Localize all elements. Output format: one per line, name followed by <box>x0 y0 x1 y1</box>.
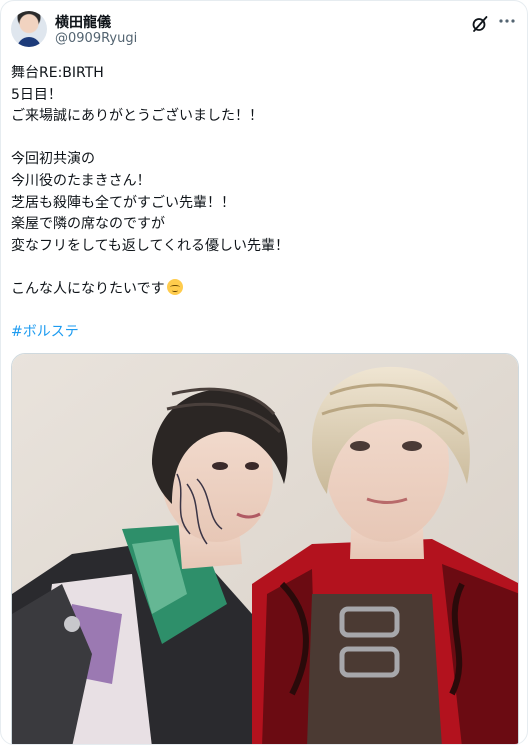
post-line: ご来場誠にありがとうございました！！ <box>11 108 263 125</box>
hashtag-link[interactable]: #ボルステ <box>11 322 517 344</box>
more-options-icon[interactable] <box>497 11 517 31</box>
post-line: 変なフリをしても返してくれる優しい先輩！ <box>11 237 290 254</box>
author-handle[interactable]: @0909Ryugi <box>55 31 137 46</box>
post-card: 横田龍儀 @0909Ryugi 舞台RE:BIRTH 5日目！ ご来場誠にありが… <box>0 0 528 745</box>
author-name[interactable]: 横田龍儀 <box>55 12 111 32</box>
post-line: 今川役のたまきさん！ <box>11 172 151 189</box>
post-line: 5日目！ <box>11 86 62 103</box>
post-line: 舞台RE:BIRTH <box>11 65 104 81</box>
post-line-with-emoji: こんな人になりたいです <box>11 278 517 301</box>
post-line: 楽屋で隣の席なのですが <box>11 216 165 233</box>
avatar[interactable] <box>11 11 47 47</box>
post-photo[interactable] <box>11 353 519 744</box>
post-line: 芝居も殺陣も全てがすごい先輩！！ <box>11 194 235 211</box>
grok-icon[interactable] <box>471 15 489 33</box>
relieved-face-emoji-icon <box>166 278 183 295</box>
post-header: 横田龍儀 @0909Ryugi <box>11 11 517 51</box>
post-line: 今回初共演の <box>11 151 95 168</box>
post-text: 舞台RE:BIRTH 5日目！ ご来場誠にありがとうございました！！ 今回初共演… <box>11 63 517 344</box>
post-line: こんな人になりたいです <box>11 280 165 297</box>
